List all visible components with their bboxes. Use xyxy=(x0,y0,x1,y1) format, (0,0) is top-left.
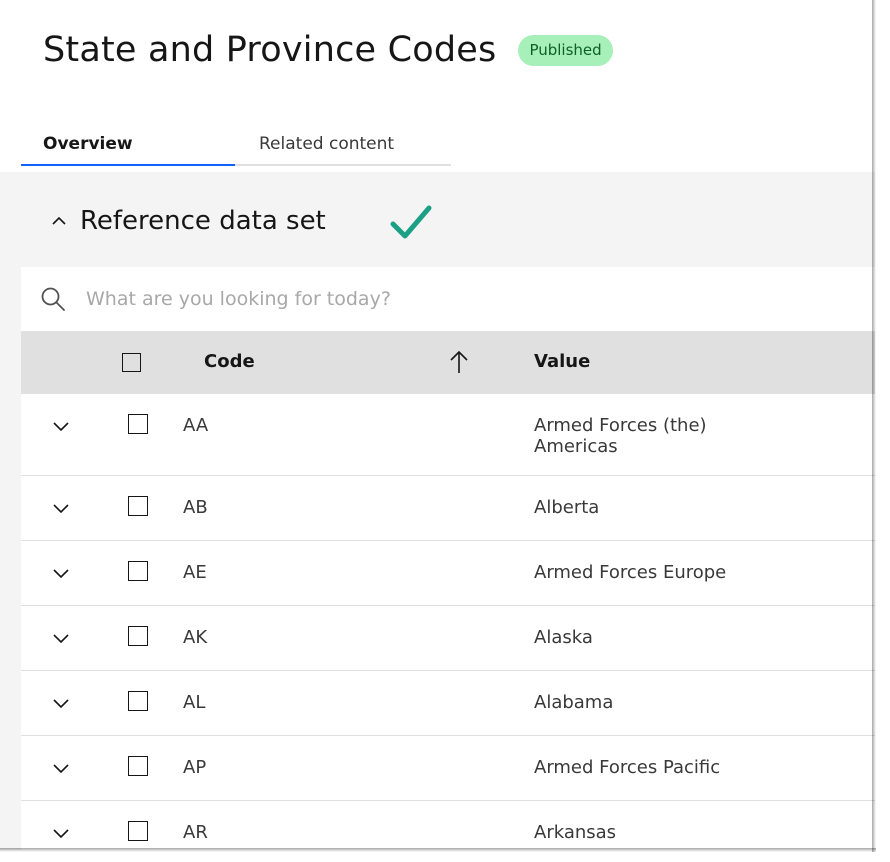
value-cell: Armed Forces (the) Americas xyxy=(534,415,707,457)
chevron-down-icon[interactable] xyxy=(51,628,71,648)
select-all-checkbox[interactable] xyxy=(122,353,141,372)
chevron-down-icon[interactable] xyxy=(51,416,71,436)
section-toggle[interactable]: Reference data set xyxy=(50,206,326,236)
value-cell: Armed Forces Pacific xyxy=(534,757,721,778)
row-checkbox[interactable] xyxy=(128,821,148,841)
table-body: AA Armed Forces (the) Americas AB Alberta AE… xyxy=(21,394,875,850)
code-cell: AL xyxy=(183,692,206,713)
chevron-up-icon xyxy=(52,216,66,225)
section-title: Reference data set xyxy=(80,206,326,236)
chevron-down-icon[interactable] xyxy=(51,563,71,583)
value-cell: Alabama xyxy=(534,692,614,713)
data-table: Code Value AA Armed Forces (the) Americas… xyxy=(21,331,875,850)
value-cell: Arkansas xyxy=(534,822,617,843)
page-edge-shadow-bottom xyxy=(0,848,876,852)
title-row: State and Province Codes Published xyxy=(43,30,613,70)
table-row: AP Armed Forces Pacific xyxy=(21,736,875,801)
chevron-down-icon[interactable] xyxy=(51,758,71,778)
table-row: AR Arkansas xyxy=(21,801,875,850)
page: State and Province Codes Published Overv… xyxy=(0,0,875,850)
value-cell: Alberta xyxy=(534,497,600,518)
status-badge: Published xyxy=(518,34,613,66)
table-row: AB Alberta xyxy=(21,476,875,541)
value-cell: Armed Forces Europe xyxy=(534,562,727,583)
page-title: State and Province Codes xyxy=(43,30,497,70)
chevron-down-icon[interactable] xyxy=(51,498,71,518)
table-row: AK Alaska xyxy=(21,606,875,671)
column-header-code[interactable]: Code xyxy=(204,351,255,372)
row-checkbox[interactable] xyxy=(128,626,148,646)
code-cell: AP xyxy=(183,757,207,778)
chevron-down-icon[interactable] xyxy=(51,693,71,713)
row-checkbox[interactable] xyxy=(128,496,148,516)
table-row: AL Alabama xyxy=(21,671,875,736)
search-input[interactable] xyxy=(84,287,788,311)
checkmark-icon xyxy=(390,205,432,239)
value-cell: Alaska xyxy=(534,627,593,648)
row-checkbox[interactable] xyxy=(128,561,148,581)
tab-overview[interactable]: Overview xyxy=(21,126,235,166)
code-cell: AA xyxy=(183,415,209,436)
code-cell: AE xyxy=(183,562,207,583)
code-cell: AR xyxy=(183,822,208,843)
column-header-value[interactable]: Value xyxy=(534,351,590,372)
table-row: AA Armed Forces (the) Americas xyxy=(21,394,875,476)
chevron-down-icon[interactable] xyxy=(51,823,71,843)
code-cell: AB xyxy=(183,497,208,518)
row-checkbox[interactable] xyxy=(128,756,148,776)
search-icon xyxy=(41,287,65,311)
tab-related-content[interactable]: Related content xyxy=(235,126,451,166)
page-edge-shadow xyxy=(872,0,876,852)
code-cell: AK xyxy=(183,627,208,648)
row-checkbox[interactable] xyxy=(128,414,148,434)
tab-bar: Overview Related content xyxy=(21,126,451,168)
sort-arrow-up-icon[interactable] xyxy=(449,349,469,375)
row-checkbox[interactable] xyxy=(128,691,148,711)
search-bar xyxy=(21,267,875,331)
table-header: Code Value xyxy=(21,331,875,394)
table-row: AE Armed Forces Europe xyxy=(21,541,875,606)
